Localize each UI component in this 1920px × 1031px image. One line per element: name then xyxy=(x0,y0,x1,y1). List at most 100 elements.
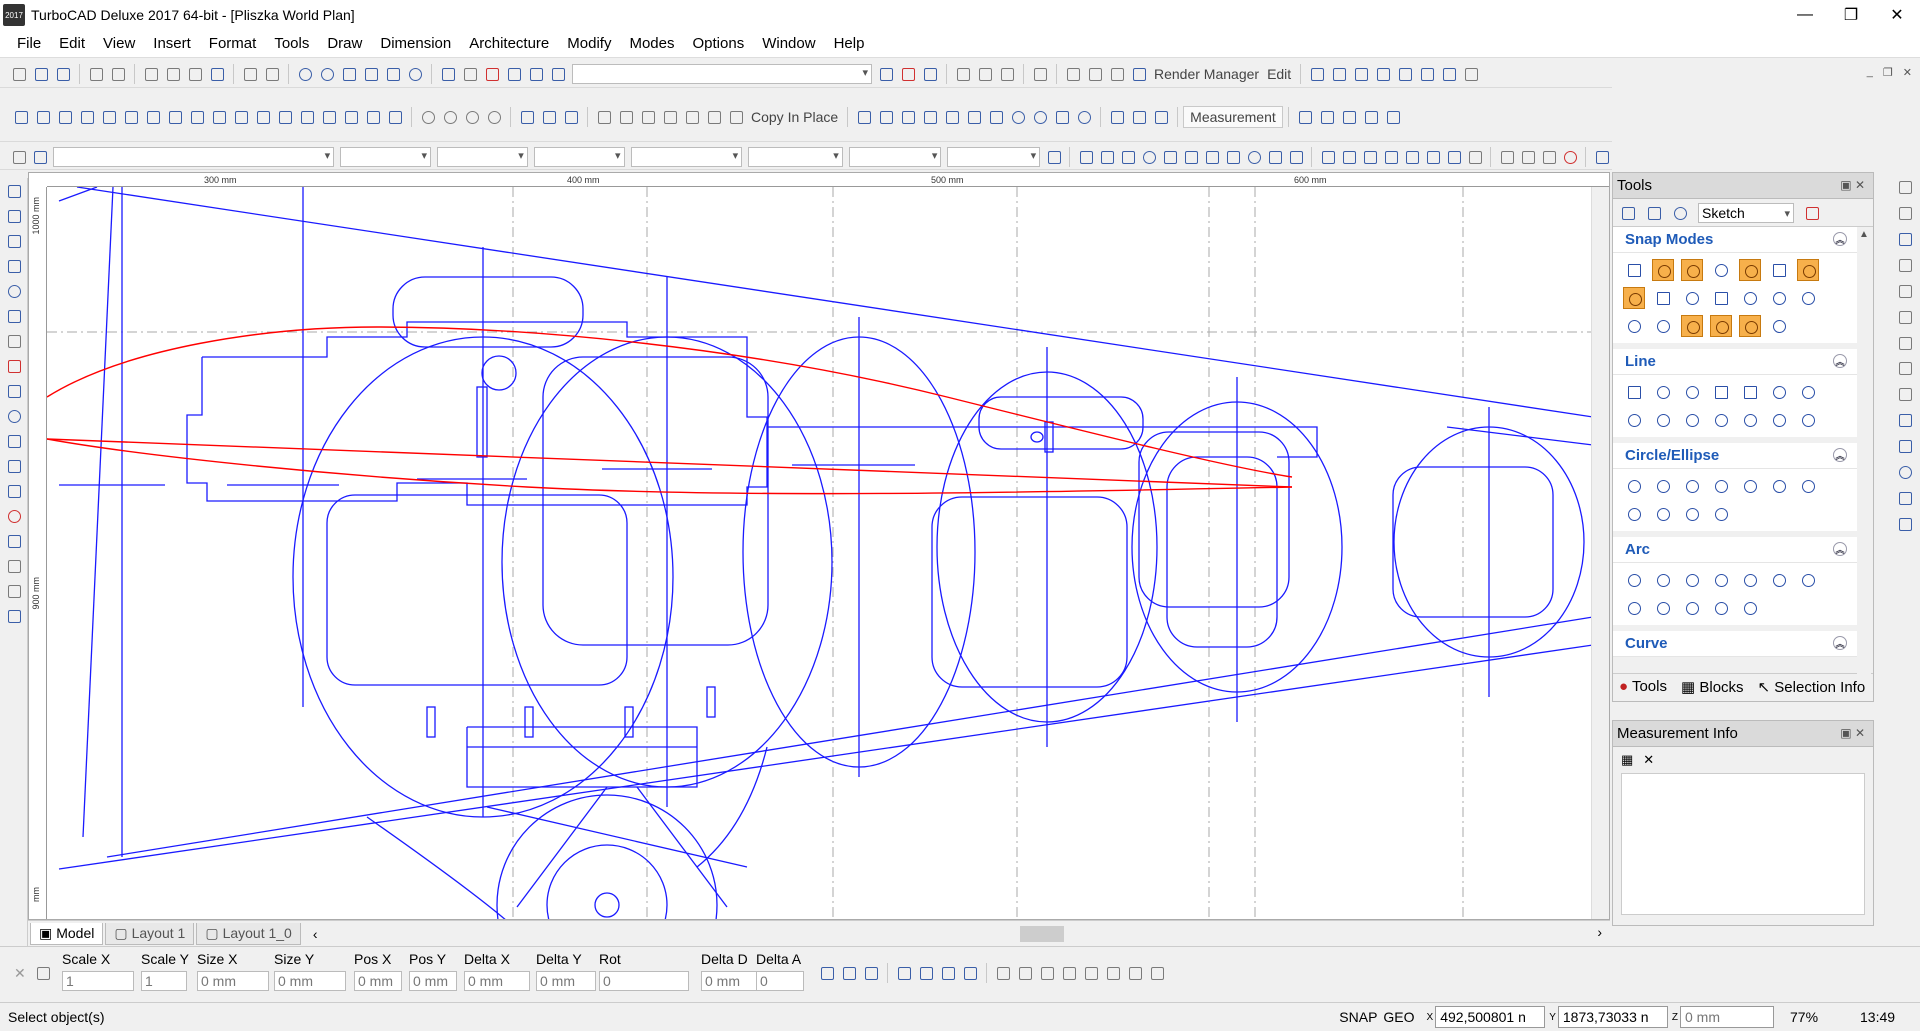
delta-d-input[interactable]: 0 mm xyxy=(701,971,757,991)
snap-center-icon[interactable] xyxy=(1161,148,1178,166)
render-hidden-icon[interactable] xyxy=(1086,65,1104,83)
arc-tangent-to-arc-icon[interactable] xyxy=(1623,597,1645,619)
view-back-icon[interactable] xyxy=(1396,65,1414,83)
camera-icon[interactable] xyxy=(518,108,536,126)
3d-sphere-icon[interactable] xyxy=(78,108,96,126)
canvas-vertical-scrollbar[interactable] xyxy=(1591,187,1609,919)
size-x-input[interactable]: 0 mm xyxy=(197,971,269,991)
workplane-grid-icon[interactable] xyxy=(1031,65,1049,83)
panel-toggle-4-icon[interactable] xyxy=(1896,256,1914,273)
menu-architecture[interactable]: Architecture xyxy=(460,35,558,52)
snap-block-icon[interactable] xyxy=(1287,148,1304,166)
render-edit-label[interactable]: Edit xyxy=(1263,66,1295,82)
arc-tangent-icon[interactable] xyxy=(1710,569,1732,591)
snap-extension-icon[interactable] xyxy=(1739,315,1761,337)
group-tool-icon[interactable] xyxy=(5,582,23,600)
section-curve[interactable]: Curve ︽ xyxy=(1613,631,1857,657)
snap-vertex-mode-icon[interactable] xyxy=(1652,259,1674,281)
line-angle-icon[interactable] xyxy=(1797,381,1819,403)
snap-intersection-mode-icon[interactable] xyxy=(1797,259,1819,281)
tab-blocks[interactable]: ▦ Blocks xyxy=(1681,678,1744,696)
transform-7-icon[interactable] xyxy=(1126,964,1144,982)
break-icon[interactable] xyxy=(1466,148,1483,166)
arc-elliptical-icon[interactable] xyxy=(1652,597,1674,619)
z-coordinate[interactable]: 0 mm xyxy=(1680,1006,1774,1028)
tab-layout-1[interactable]: ▢ Layout 1 xyxy=(105,922,195,945)
fillet-icon[interactable] xyxy=(1319,148,1336,166)
view-bottom-icon[interactable] xyxy=(1418,65,1436,83)
trim-icon[interactable] xyxy=(1361,148,1378,166)
select-icon[interactable] xyxy=(954,65,972,83)
circle-tangent-3-icon[interactable] xyxy=(1797,475,1819,497)
insert-tool-icon[interactable] xyxy=(5,557,23,575)
dim-aligned-icon[interactable] xyxy=(877,108,895,126)
property-icon[interactable] xyxy=(439,65,457,83)
copy-array-icon[interactable] xyxy=(595,108,613,126)
texture-icon[interactable] xyxy=(441,108,459,126)
snap-vertex-icon[interactable] xyxy=(1077,148,1094,166)
arc-center-icon[interactable] xyxy=(1623,569,1645,591)
split-icon[interactable] xyxy=(1498,148,1515,166)
text-tool-icon[interactable] xyxy=(5,332,23,350)
snap-perpendicular-mode-icon[interactable] xyxy=(1739,287,1761,309)
view-left-icon[interactable] xyxy=(1352,65,1370,83)
3d-boolean-icon[interactable] xyxy=(342,108,360,126)
3d-cylinder-icon[interactable] xyxy=(34,108,52,126)
render-shaded-icon[interactable] xyxy=(1108,65,1126,83)
cad-drawing[interactable] xyxy=(47,187,1593,920)
line-freehand-icon[interactable] xyxy=(1797,409,1819,431)
panel-toggle-6-icon[interactable] xyxy=(1896,308,1914,325)
transform-8-icon[interactable] xyxy=(1148,964,1166,982)
snap-grid-mode-icon[interactable] xyxy=(1652,287,1674,309)
whats-this-icon[interactable] xyxy=(877,65,895,83)
inspector-options-icon[interactable] xyxy=(34,964,52,982)
copy-mirror-icon[interactable] xyxy=(705,108,723,126)
line-style-select[interactable] xyxy=(436,146,528,167)
layer-manager-icon[interactable] xyxy=(31,148,48,166)
transform-3-icon[interactable] xyxy=(1038,964,1056,982)
drawing-canvas[interactable]: 300 mm 400 mm 500 mm 600 mm 1000 mm 900 … xyxy=(28,172,1610,920)
clear-icon[interactable]: ✕ xyxy=(1643,752,1654,768)
arc-freehand-icon[interactable] xyxy=(1710,597,1732,619)
palette-reshape-icon[interactable] xyxy=(1645,204,1663,222)
library-tool-icon[interactable] xyxy=(5,607,23,625)
dim-leader-icon[interactable] xyxy=(1053,108,1071,126)
zoom-previous-icon[interactable] xyxy=(406,65,424,83)
explode-icon[interactable] xyxy=(1424,148,1441,166)
hatch-tool-icon[interactable] xyxy=(5,357,23,375)
copy-icon[interactable] xyxy=(164,65,182,83)
dim-diameter-icon[interactable] xyxy=(965,108,983,126)
arc-conic-icon[interactable] xyxy=(1681,597,1703,619)
menu-help[interactable]: Help xyxy=(825,35,874,52)
line-parallel-icon[interactable] xyxy=(1623,409,1645,431)
tab-layout-1-0[interactable]: ▢ Layout 1_0 xyxy=(196,922,301,945)
format-painter-icon[interactable] xyxy=(208,65,226,83)
point-icon[interactable] xyxy=(5,232,23,250)
snap-nearest-mode-icon[interactable] xyxy=(1681,259,1703,281)
3d-revolve-icon[interactable] xyxy=(188,108,206,126)
menu-view[interactable]: View xyxy=(94,35,144,52)
wall-tool-icon[interactable] xyxy=(5,532,23,550)
dim-angular-icon[interactable] xyxy=(921,108,939,126)
3d-prism-icon[interactable] xyxy=(144,108,162,126)
paste-icon[interactable] xyxy=(186,65,204,83)
tools-panel-scrollbar[interactable]: ▲ xyxy=(1857,229,1871,675)
collapse-icon[interactable]: ︽ xyxy=(1833,542,1847,556)
panel-toggle-7-icon[interactable] xyxy=(1896,334,1914,351)
flip-icon[interactable] xyxy=(1384,108,1402,126)
move-tool-icon[interactable] xyxy=(5,457,23,475)
3d-loft-icon[interactable] xyxy=(210,108,228,126)
scale-icon[interactable] xyxy=(1340,108,1358,126)
open-file-icon[interactable] xyxy=(32,65,50,83)
view-front-icon[interactable] xyxy=(1330,65,1348,83)
zoom-all-icon[interactable] xyxy=(384,65,402,83)
3d-cone-icon[interactable] xyxy=(56,108,74,126)
doc-minimize-button[interactable]: _ xyxy=(1867,66,1873,79)
snap-magnetic-point-icon[interactable] xyxy=(1681,315,1703,337)
local-origin-icon[interactable] xyxy=(818,964,836,982)
table-icon[interactable]: ▦ xyxy=(1621,752,1633,768)
dim-space-icon[interactable] xyxy=(1130,108,1148,126)
section-icon[interactable] xyxy=(562,108,580,126)
layer-icon[interactable] xyxy=(505,65,523,83)
panel-toggle-5-icon[interactable] xyxy=(1896,282,1914,299)
